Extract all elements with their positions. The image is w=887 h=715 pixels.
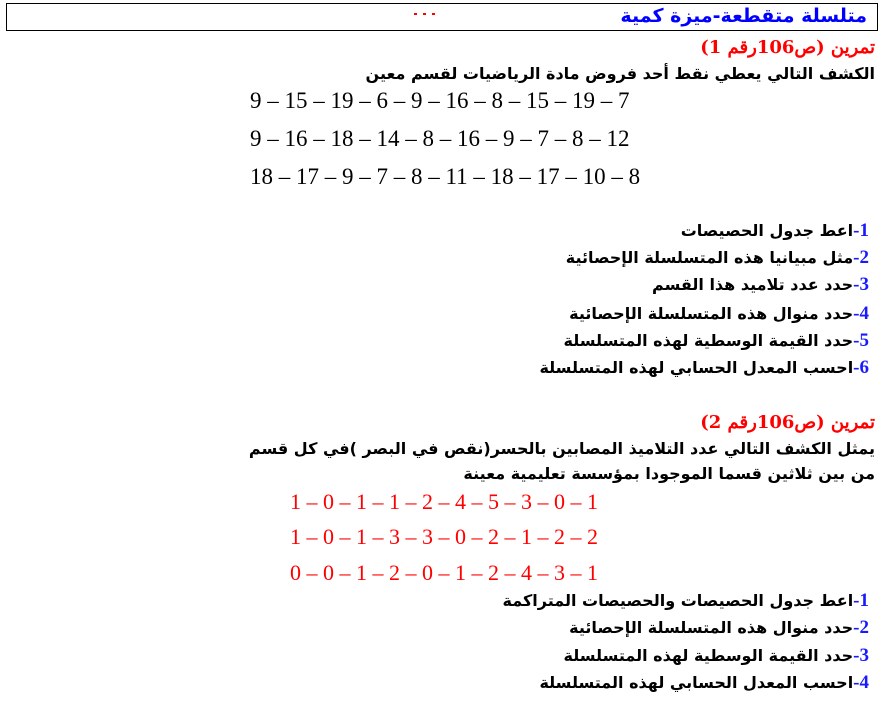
question-text: حدد القيمة الوسطية لهذه المتسلسلة: [563, 646, 854, 665]
question-number: 1-: [853, 590, 869, 611]
exercise2-data-row: 1 – 0 – 1 – 1 – 2 – 4 – 5 – 3 – 0 – 1: [290, 489, 598, 514]
question-number: 2-: [853, 617, 869, 638]
question-number: 5-: [853, 330, 869, 351]
question-text: احسب المعدل الحسابي لهذه المتسلسلة: [539, 673, 854, 692]
exercise1-intro: الكشف التالي يعطي نقط أحد فروض مادة الري…: [365, 64, 875, 83]
exercise2-intro-line: من بين ثلاثين قسما الموجودا بمؤسسة تعليم…: [463, 464, 875, 483]
exercise2-question: 4-احسب المعدل الحسابي لهذه المتسلسلة: [539, 672, 869, 694]
exercise1-data-row: 9 – 15 – 19 – 6 – 9 – 16 – 8 – 15 – 19 –…: [250, 88, 630, 113]
exercise1-question: 2-مثل مبيانيا هذه المتسلسلة الإحصائية: [566, 247, 869, 269]
exercise1-heading: تمرين (ص106رقم 1): [700, 37, 875, 58]
exercise1-question: 4-حدد منوال هذه المتسلسلة الإحصائية: [569, 303, 869, 325]
exercise2-data-row: 1 – 0 – 1 – 3 – 3 – 0 – 2 – 1 – 2 – 2: [290, 524, 598, 549]
question-text: اعط جدول الحصيصات والحصيصات المتراكمة: [502, 591, 854, 610]
exercise2-intro-line: يمثل الكشف التالي عدد التلاميذ المصابين …: [248, 439, 875, 458]
exercise2-question: 3-حدد القيمة الوسطية لهذه المتسلسلة: [564, 645, 869, 667]
exercise2-question: 2-حدد منوال هذه المتسلسلة الإحصائية: [569, 617, 869, 639]
question-number: 4-: [853, 303, 869, 324]
exercise2-question: 1-اعط جدول الحصيصات والحصيصات المتراكمة: [503, 590, 869, 612]
question-number: 1-: [853, 220, 869, 241]
exercise1-data-row: 9 – 16 – 18 – 14 – 8 – 16 – 9 – 7 – 8 – …: [250, 126, 630, 151]
question-number: 4-: [853, 672, 869, 693]
question-text: مثل مبيانيا هذه المتسلسلة الإحصائية: [565, 248, 854, 267]
title-box: متلسلة متقطعة-ميزة كمية: [6, 3, 878, 31]
question-text: حدد عدد تلاميد هذا القسم: [652, 275, 854, 294]
exercise2-data-row: 0 – 0 – 1 – 2 – 0 – 1 – 2 – 4 – 3 – 1: [290, 560, 598, 585]
question-text: اعط جدول الحصيصات: [680, 221, 854, 240]
question-number: 6-: [853, 357, 869, 378]
document-title: متلسلة متقطعة-ميزة كمية: [620, 5, 867, 27]
exercise1-question: 6-احسب المعدل الحسابي لهذه المتسلسلة: [539, 357, 869, 379]
question-text: حدد القيمة الوسطية لهذه المتسلسلة: [563, 331, 854, 350]
question-text: احسب المعدل الحسابي لهذه المتسلسلة: [539, 358, 854, 377]
question-text: حدد منوال هذه المتسلسلة الإحصائية: [569, 304, 854, 323]
question-number: 3-: [853, 274, 869, 295]
exercise1-question: 3-حدد عدد تلاميد هذا القسم: [652, 274, 869, 296]
question-number: 3-: [853, 645, 869, 666]
question-number: 2-: [853, 247, 869, 268]
question-text: حدد منوال هذه المتسلسلة الإحصائية: [569, 618, 854, 637]
exercise2-heading: تمرين (ص106رقم 2): [700, 412, 875, 433]
exercise1-question: 1-اعط جدول الحصيصات: [681, 220, 869, 242]
exercise1-data-row: 18 – 17 – 9 – 7 – 8 – 11 – 18 – 17 – 10 …: [250, 164, 641, 189]
exercise1-question: 5-حدد القيمة الوسطية لهذه المتسلسلة: [564, 330, 869, 352]
